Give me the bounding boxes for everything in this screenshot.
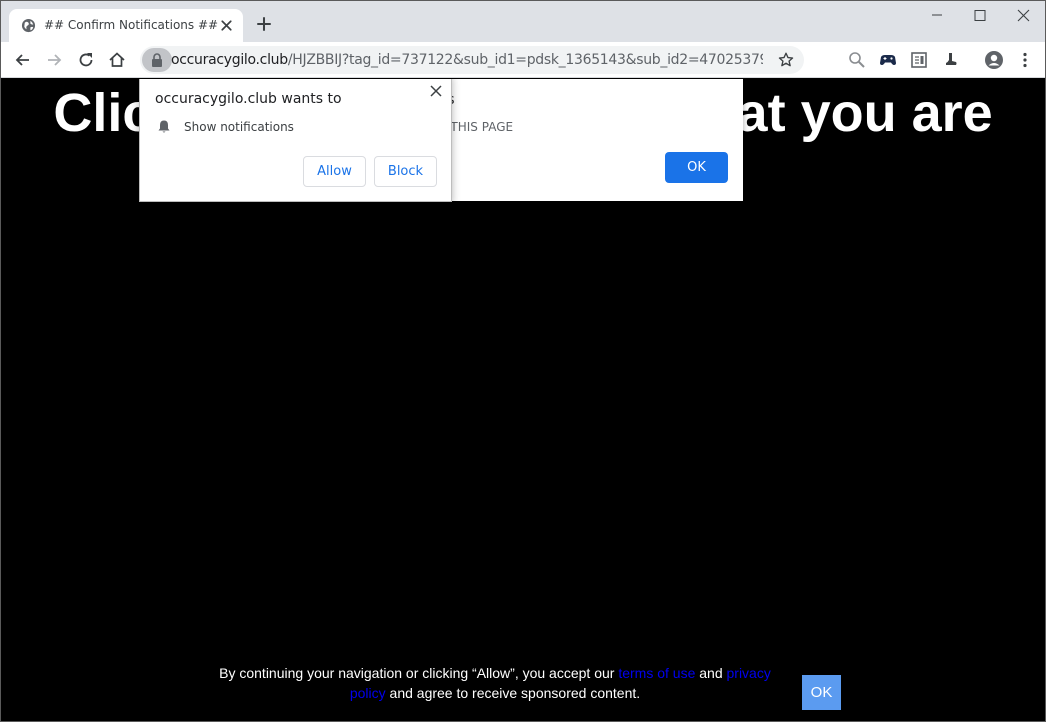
bell-icon bbox=[158, 120, 170, 133]
footer-ok-button[interactable]: OK bbox=[802, 675, 841, 710]
maximize-icon[interactable] bbox=[958, 5, 1002, 27]
consent-footer-text: By continuing your navigation or clickin… bbox=[215, 663, 775, 703]
boot-extension-icon[interactable] bbox=[941, 50, 961, 70]
browser-window: ## Confirm Notifications ## occuracygilo… bbox=[0, 0, 1046, 722]
alert-ok-button[interactable]: OK bbox=[665, 152, 728, 183]
globe-icon bbox=[21, 18, 36, 33]
back-arrow-icon[interactable] bbox=[13, 50, 33, 70]
more-menu-icon[interactable] bbox=[1015, 50, 1035, 70]
allow-button[interactable]: Allow bbox=[303, 156, 366, 187]
address-bar[interactable]: occuracygilo.club/HJZBBIJ?tag_id=737122&… bbox=[140, 46, 804, 74]
browser-toolbar: occuracygilo.club/HJZBBIJ?tag_id=737122&… bbox=[1, 42, 1045, 78]
home-icon[interactable] bbox=[107, 50, 127, 70]
footer-text-before: By continuing your navigation or clickin… bbox=[219, 665, 619, 681]
terms-of-use-link[interactable]: terms of use bbox=[618, 665, 695, 681]
reader-extension-icon[interactable] bbox=[909, 50, 929, 70]
tab-strip: ## Confirm Notifications ## bbox=[1, 1, 1045, 42]
zoom-magnifier-icon[interactable] bbox=[847, 50, 867, 70]
site-alert-dialog: ys E THIS PAGE OK bbox=[439, 79, 743, 201]
site-info-button[interactable] bbox=[142, 48, 172, 72]
profile-avatar-icon[interactable] bbox=[984, 50, 1004, 70]
tab-title: ## Confirm Notifications ## bbox=[44, 18, 219, 32]
close-icon[interactable] bbox=[218, 17, 235, 34]
url-text[interactable]: occuracygilo.club/HJZBBIJ?tag_id=737122&… bbox=[171, 52, 763, 68]
gamepad-extension-icon[interactable] bbox=[878, 50, 898, 70]
footer-and-text: and bbox=[695, 665, 727, 681]
permission-title: occuracygilo.club wants to bbox=[155, 91, 342, 107]
notification-permission-prompt: occuracygilo.club wants to Show notifica… bbox=[139, 79, 452, 202]
footer-text-after: and agree to receive sponsored content. bbox=[385, 685, 641, 701]
url-path: /HJZBBIJ?tag_id=737122&sub_id1=pdsk_1365… bbox=[287, 52, 763, 68]
window-close-icon[interactable] bbox=[1001, 5, 1045, 27]
minimize-icon[interactable] bbox=[915, 5, 959, 27]
page-content: Click "Allow" to confirm that you are ys… bbox=[1, 79, 1045, 721]
new-tab-plus-icon[interactable] bbox=[255, 15, 273, 33]
close-icon[interactable] bbox=[429, 84, 443, 98]
forward-arrow-icon[interactable] bbox=[44, 50, 64, 70]
url-host: occuracygilo.club bbox=[171, 52, 288, 68]
reload-icon[interactable] bbox=[76, 50, 96, 70]
permission-item-label: Show notifications bbox=[184, 120, 294, 134]
block-button[interactable]: Block bbox=[374, 156, 437, 187]
tab-confirm-notifications[interactable]: ## Confirm Notifications ## bbox=[9, 9, 243, 42]
lock-icon bbox=[152, 53, 162, 67]
bookmark-star-icon[interactable] bbox=[777, 51, 795, 69]
